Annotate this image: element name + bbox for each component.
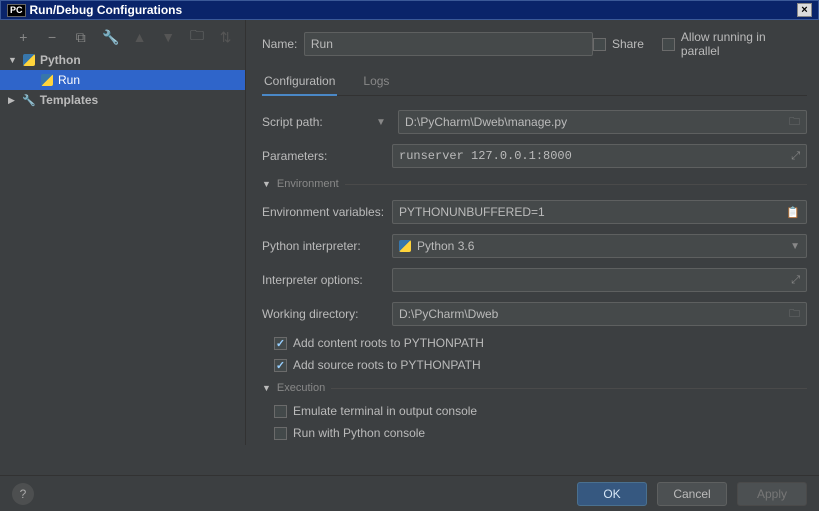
interpreter-opts-label: Interpreter options: [262,273,392,287]
expand-icon[interactable]: ⤢ [791,274,800,287]
window-title: Run/Debug Configurations [30,3,183,17]
dialog-footer: ? OK Cancel Apply [0,475,819,511]
config-form: Script path: ▼ D:\PyCharm\Dweb\manage.py… [262,110,807,440]
chevron-down-icon: ▼ [262,383,271,393]
python-icon [22,53,36,67]
down-icon[interactable]: ▼ [161,29,176,45]
chevron-down-icon: ▼ [262,179,271,189]
divider [331,388,807,389]
content-roots-checkbox[interactable] [274,337,287,350]
ok-button[interactable]: OK [577,482,647,506]
tree-node-templates[interactable]: ▶ 🔧 Templates [0,90,245,110]
tab-configuration[interactable]: Configuration [262,68,337,96]
interpreter-dropdown[interactable]: Python 3.6 ▼ [392,234,807,258]
python-icon [40,73,54,87]
run-console-checkbox[interactable] [274,427,287,440]
up-icon[interactable]: ▲ [132,29,147,45]
exec-section-header[interactable]: ▼ Execution [262,382,807,394]
share-label: Share [612,37,644,51]
add-icon[interactable]: + [16,29,31,45]
expand-icon[interactable]: ⤢ [791,150,800,163]
env-vars-value: PYTHONUNBUFFERED=1 [399,205,545,219]
parameters-input[interactable]: runserver 127.0.0.1:8000 ⤢ [392,144,807,168]
content-roots-row[interactable]: Add content roots to PYTHONPATH [274,336,807,350]
env-section-label: Environment [277,178,339,190]
parallel-check-row[interactable]: Allow running in parallel [662,30,807,58]
parameters-label: Parameters: [262,149,392,163]
python-icon [399,240,411,252]
parameters-value: runserver 127.0.0.1:8000 [399,149,572,163]
run-console-row[interactable]: Run with Python console [274,426,807,440]
script-path-label: Script path: [262,115,392,129]
list-icon[interactable]: 📋 [786,206,800,219]
tree-label: Run [58,73,80,87]
wrench-icon[interactable]: 🔧 [102,29,118,46]
sidebar-toolbar: + − ⧉ 🔧 ▲ ▼ 🗀 ⇅ [0,24,245,50]
wrench-icon: 🔧 [22,94,36,107]
chevron-down-icon: ▼ [790,241,800,252]
interpreter-value: Python 3.6 [417,239,474,253]
name-row: Name: Share Allow running in parallel [262,30,807,58]
content-panel: Name: Share Allow running in parallel Co… [246,20,819,445]
env-section-header[interactable]: ▼ Environment [262,178,807,190]
sidebar: + − ⧉ 🔧 ▲ ▼ 🗀 ⇅ ▼ Python Run ▶ 🔧 Templat… [0,20,246,445]
copy-icon[interactable]: ⧉ [73,29,88,46]
folder-icon[interactable]: 🗀 [190,25,205,49]
tabs: Configuration Logs [262,68,807,96]
help-button[interactable]: ? [12,483,34,505]
workdir-label: Working directory: [262,307,392,321]
tree-label: Templates [40,93,98,107]
workdir-value: D:\PyCharm\Dweb [399,307,498,321]
divider [345,184,807,185]
app-icon: PC [7,4,26,17]
interpreter-opts-input[interactable]: ⤢ [392,268,807,292]
source-roots-checkbox[interactable] [274,359,287,372]
emulate-terminal-checkbox[interactable] [274,405,287,418]
emulate-terminal-row[interactable]: Emulate terminal in output console [274,404,807,418]
env-vars-input[interactable]: PYTHONUNBUFFERED=1 📋 [392,200,807,224]
source-roots-row[interactable]: Add source roots to PYTHONPATH [274,358,807,372]
source-roots-label: Add source roots to PYTHONPATH [293,358,481,372]
emulate-terminal-label: Emulate terminal in output console [293,404,477,418]
content-roots-label: Add content roots to PYTHONPATH [293,336,484,350]
script-path-input[interactable]: D:\PyCharm\Dweb\manage.py 🗀 [398,110,807,134]
interpreter-label: Python interpreter: [262,239,392,253]
apply-button[interactable]: Apply [737,482,807,506]
parallel-checkbox[interactable] [662,38,675,51]
exec-section-label: Execution [277,382,325,394]
script-path-value: D:\PyCharm\Dweb\manage.py [405,115,567,129]
env-vars-label: Environment variables: [262,205,392,219]
browse-icon[interactable]: 🗀 [789,113,800,132]
share-checkbox[interactable] [593,38,606,51]
browse-icon[interactable]: 🗀 [789,305,800,324]
name-input[interactable] [304,32,593,56]
remove-icon[interactable]: − [45,29,60,45]
chevron-down-icon: ▼ [8,55,18,65]
workdir-input[interactable]: D:\PyCharm\Dweb 🗀 [392,302,807,326]
run-console-label: Run with Python console [293,426,425,440]
parallel-label: Allow running in parallel [681,30,807,58]
cancel-button[interactable]: Cancel [657,482,727,506]
chevron-right-icon: ▶ [8,95,18,106]
share-check-row[interactable]: Share [593,37,644,51]
tree-node-run[interactable]: Run [0,70,245,90]
close-icon[interactable]: × [797,3,812,17]
tab-logs[interactable]: Logs [361,68,391,95]
chevron-down-icon[interactable]: ▼ [376,117,390,128]
titlebar: PC Run/Debug Configurations × [0,0,819,20]
name-label: Name: [262,37,304,51]
sort-icon[interactable]: ⇅ [218,29,233,46]
main-area: + − ⧉ 🔧 ▲ ▼ 🗀 ⇅ ▼ Python Run ▶ 🔧 Templat… [0,20,819,445]
tree-label: Python [40,53,81,67]
tree-node-python[interactable]: ▼ Python [0,50,245,70]
